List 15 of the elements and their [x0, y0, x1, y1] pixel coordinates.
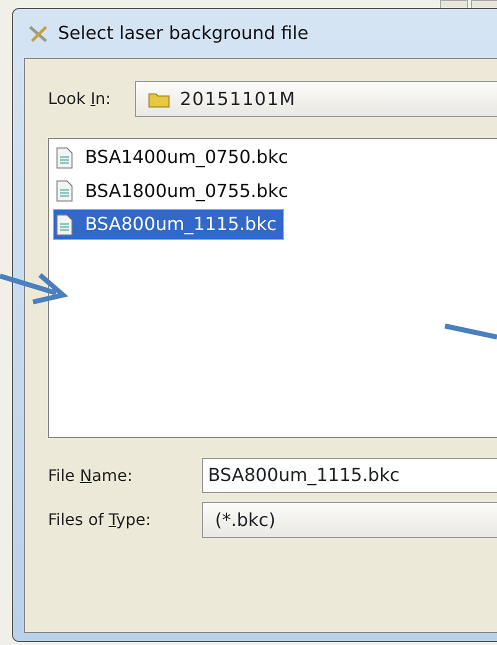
file-name-field[interactable]: BSA800um_1115.bkc: [202, 458, 497, 493]
file-item[interactable]: BSA800um_1115.bkc: [53, 209, 284, 240]
file-type-dropdown[interactable]: (*.bkc): [202, 502, 497, 538]
folder-icon: [148, 90, 170, 108]
file-item[interactable]: BSA1400um_0750.bkc: [53, 142, 296, 173]
document-icon: [56, 214, 73, 236]
document-icon: [56, 180, 73, 202]
document-icon: [56, 146, 73, 168]
file-item[interactable]: BSA1800um_0755.bkc: [53, 176, 296, 206]
window-title: Select laser background file: [58, 22, 308, 46]
files-of-type-label: Files of Type:: [48, 509, 152, 531]
file-name-label: File Name:: [48, 464, 134, 486]
tools-icon: [28, 24, 50, 42]
look-in-dropdown[interactable]: 20151101M: [134, 81, 497, 117]
look-in-label: Look In:: [48, 88, 111, 110]
